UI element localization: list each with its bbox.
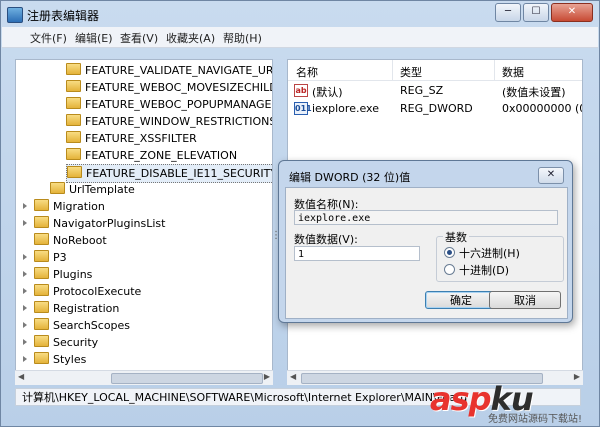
hex-radio[interactable] bbox=[444, 247, 455, 258]
regedit-app-icon bbox=[7, 7, 23, 23]
expand-arrow-icon[interactable] bbox=[23, 288, 27, 294]
ok-button[interactable]: 确定 bbox=[425, 291, 497, 309]
column-separator[interactable] bbox=[392, 60, 393, 80]
folder-icon bbox=[66, 80, 81, 92]
asp-ku-watermark: aspku 免费网站源码下载站! bbox=[430, 380, 598, 426]
column-data-header[interactable]: 数据 bbox=[502, 64, 524, 80]
expand-arrow-icon[interactable] bbox=[23, 339, 27, 345]
dialog-body: 数值名称(N): iexplore.exe 数值数据(V): 1 基数 十六进制… bbox=[285, 187, 568, 319]
registry-key-tree[interactable]: FEATURE_VALIDATE_NAVIGATE_URL FEATURE_WE… bbox=[15, 59, 273, 371]
window-title: 注册表编辑器 bbox=[27, 9, 100, 23]
folder-icon bbox=[34, 284, 49, 296]
folder-icon bbox=[34, 352, 49, 364]
menu-help[interactable]: 帮助(H) bbox=[223, 30, 262, 46]
tree-item[interactable]: ProtocolExecute bbox=[34, 283, 141, 300]
folder-icon bbox=[34, 335, 49, 347]
value-data: 0x00000000 (0) bbox=[502, 102, 583, 115]
column-type-header[interactable]: 类型 bbox=[400, 64, 422, 80]
tree-item[interactable]: FEATURE_WEBOC_POPUPMANAGEME bbox=[66, 96, 272, 113]
close-button[interactable]: ✕ bbox=[551, 3, 593, 22]
expand-arrow-icon[interactable] bbox=[23, 356, 27, 362]
string-value-icon: ab bbox=[294, 84, 308, 97]
base-label: 基数 bbox=[443, 229, 469, 245]
value-data-input[interactable]: 1 bbox=[294, 246, 420, 261]
menu-view[interactable]: 查看(V) bbox=[120, 30, 158, 46]
tree-item[interactable]: Migration bbox=[34, 198, 105, 215]
tree-item[interactable]: FEATURE_ZONE_ELEVATION bbox=[66, 147, 237, 164]
tree-item[interactable]: UrlTemplate bbox=[50, 181, 135, 198]
folder-icon bbox=[34, 250, 49, 262]
dialog-close-button[interactable]: ✕ bbox=[538, 167, 564, 184]
expand-arrow-icon[interactable] bbox=[23, 254, 27, 260]
expand-arrow-icon[interactable] bbox=[23, 322, 27, 328]
folder-icon bbox=[34, 233, 49, 245]
scroll-left-arrow-icon[interactable]: ◀ bbox=[290, 372, 296, 381]
value-data-label: 数值数据(V): bbox=[294, 233, 358, 246]
tree-item[interactable]: Registration bbox=[34, 300, 119, 317]
folder-icon bbox=[67, 166, 82, 178]
folder-icon bbox=[66, 114, 81, 126]
folder-icon bbox=[66, 131, 81, 143]
scroll-left-arrow-icon[interactable]: ◀ bbox=[18, 372, 24, 381]
folder-icon bbox=[34, 301, 49, 313]
list-header: 名称 类型 数据 bbox=[288, 60, 582, 81]
value-data: (数值未设置) bbox=[502, 86, 566, 99]
decimal-radio-label[interactable]: 十进制(D) bbox=[459, 262, 509, 278]
column-separator[interactable] bbox=[494, 60, 495, 80]
window-controls: ─ ☐ ✕ bbox=[495, 3, 593, 22]
value-name-field[interactable]: iexplore.exe bbox=[294, 210, 558, 225]
maximize-button[interactable]: ☐ bbox=[523, 3, 549, 22]
minimize-button[interactable]: ─ bbox=[495, 3, 521, 22]
watermark-subtitle: 免费网站源码下载站! bbox=[488, 414, 583, 425]
expand-arrow-icon[interactable] bbox=[23, 220, 27, 226]
tree-item[interactable]: FEATURE_WINDOW_RESTRICTIONS bbox=[66, 113, 272, 130]
tree-item[interactable]: Styles bbox=[34, 351, 86, 368]
folder-icon bbox=[34, 216, 49, 228]
list-row[interactable]: ab (默认) REG_SZ (数值未设置) bbox=[288, 82, 582, 100]
tree-item[interactable]: NoReboot bbox=[34, 232, 107, 249]
dialog-title: 编辑 DWORD (32 位)值 bbox=[289, 171, 411, 184]
hex-radio-label[interactable]: 十六进制(H) bbox=[459, 245, 520, 261]
menu-bar: 文件(F) 编辑(E) 查看(V) 收藏夹(A) 帮助(H) bbox=[2, 27, 598, 48]
tree-item[interactable]: FEATURE_XSSFILTER bbox=[66, 130, 197, 147]
tree-item[interactable]: Plugins bbox=[34, 266, 92, 283]
menu-favorites[interactable]: 收藏夹(A) bbox=[166, 30, 215, 46]
expand-arrow-icon[interactable] bbox=[23, 305, 27, 311]
scroll-right-arrow-icon[interactable]: ▶ bbox=[264, 372, 270, 381]
tree-item[interactable]: NavigatorPluginsList bbox=[34, 215, 165, 232]
value-type: REG_DWORD bbox=[400, 102, 473, 115]
folder-icon bbox=[50, 182, 65, 194]
base-group: 基数 十六进制(H) 十进制(D) bbox=[436, 229, 564, 282]
folder-icon bbox=[66, 148, 81, 160]
edit-dword-dialog: 编辑 DWORD (32 位)值 ✕ 数值名称(N): iexplore.exe… bbox=[278, 160, 573, 323]
folder-icon bbox=[34, 199, 49, 211]
tree-item[interactable]: FEATURE_WEBOC_MOVESIZECHILD bbox=[66, 79, 272, 96]
tree-horizontal-scrollbar[interactable]: ◀ ▶ bbox=[15, 370, 273, 385]
tree-item[interactable]: SearchScopes bbox=[34, 317, 130, 334]
folder-icon bbox=[66, 63, 81, 75]
tree-scroll-thumb[interactable] bbox=[111, 373, 263, 384]
folder-icon bbox=[34, 318, 49, 330]
folder-icon bbox=[34, 267, 49, 279]
list-row[interactable]: 011 iexplore.exe REG_DWORD 0x00000000 (0… bbox=[288, 100, 582, 118]
value-name: iexplore.exe bbox=[312, 102, 379, 115]
expand-arrow-icon[interactable] bbox=[23, 271, 27, 277]
tree-item[interactable]: P3 bbox=[34, 249, 67, 266]
folder-icon bbox=[66, 97, 81, 109]
dword-value-icon: 011 bbox=[294, 102, 312, 115]
menu-edit[interactable]: 编辑(E) bbox=[75, 30, 113, 46]
decimal-radio[interactable] bbox=[444, 264, 455, 275]
tree-item[interactable]: Security bbox=[34, 334, 98, 351]
title-bar[interactable]: 注册表编辑器 ─ ☐ ✕ bbox=[1, 1, 599, 27]
expand-arrow-icon[interactable] bbox=[23, 203, 27, 209]
menu-file[interactable]: 文件(F) bbox=[30, 30, 67, 46]
cancel-button[interactable]: 取消 bbox=[489, 291, 561, 309]
value-name: (默认) bbox=[312, 86, 343, 99]
value-type: REG_SZ bbox=[400, 84, 444, 97]
tree-item[interactable]: FEATURE_VALIDATE_NAVIGATE_URL bbox=[66, 62, 272, 79]
column-name-header[interactable]: 名称 bbox=[296, 64, 318, 80]
